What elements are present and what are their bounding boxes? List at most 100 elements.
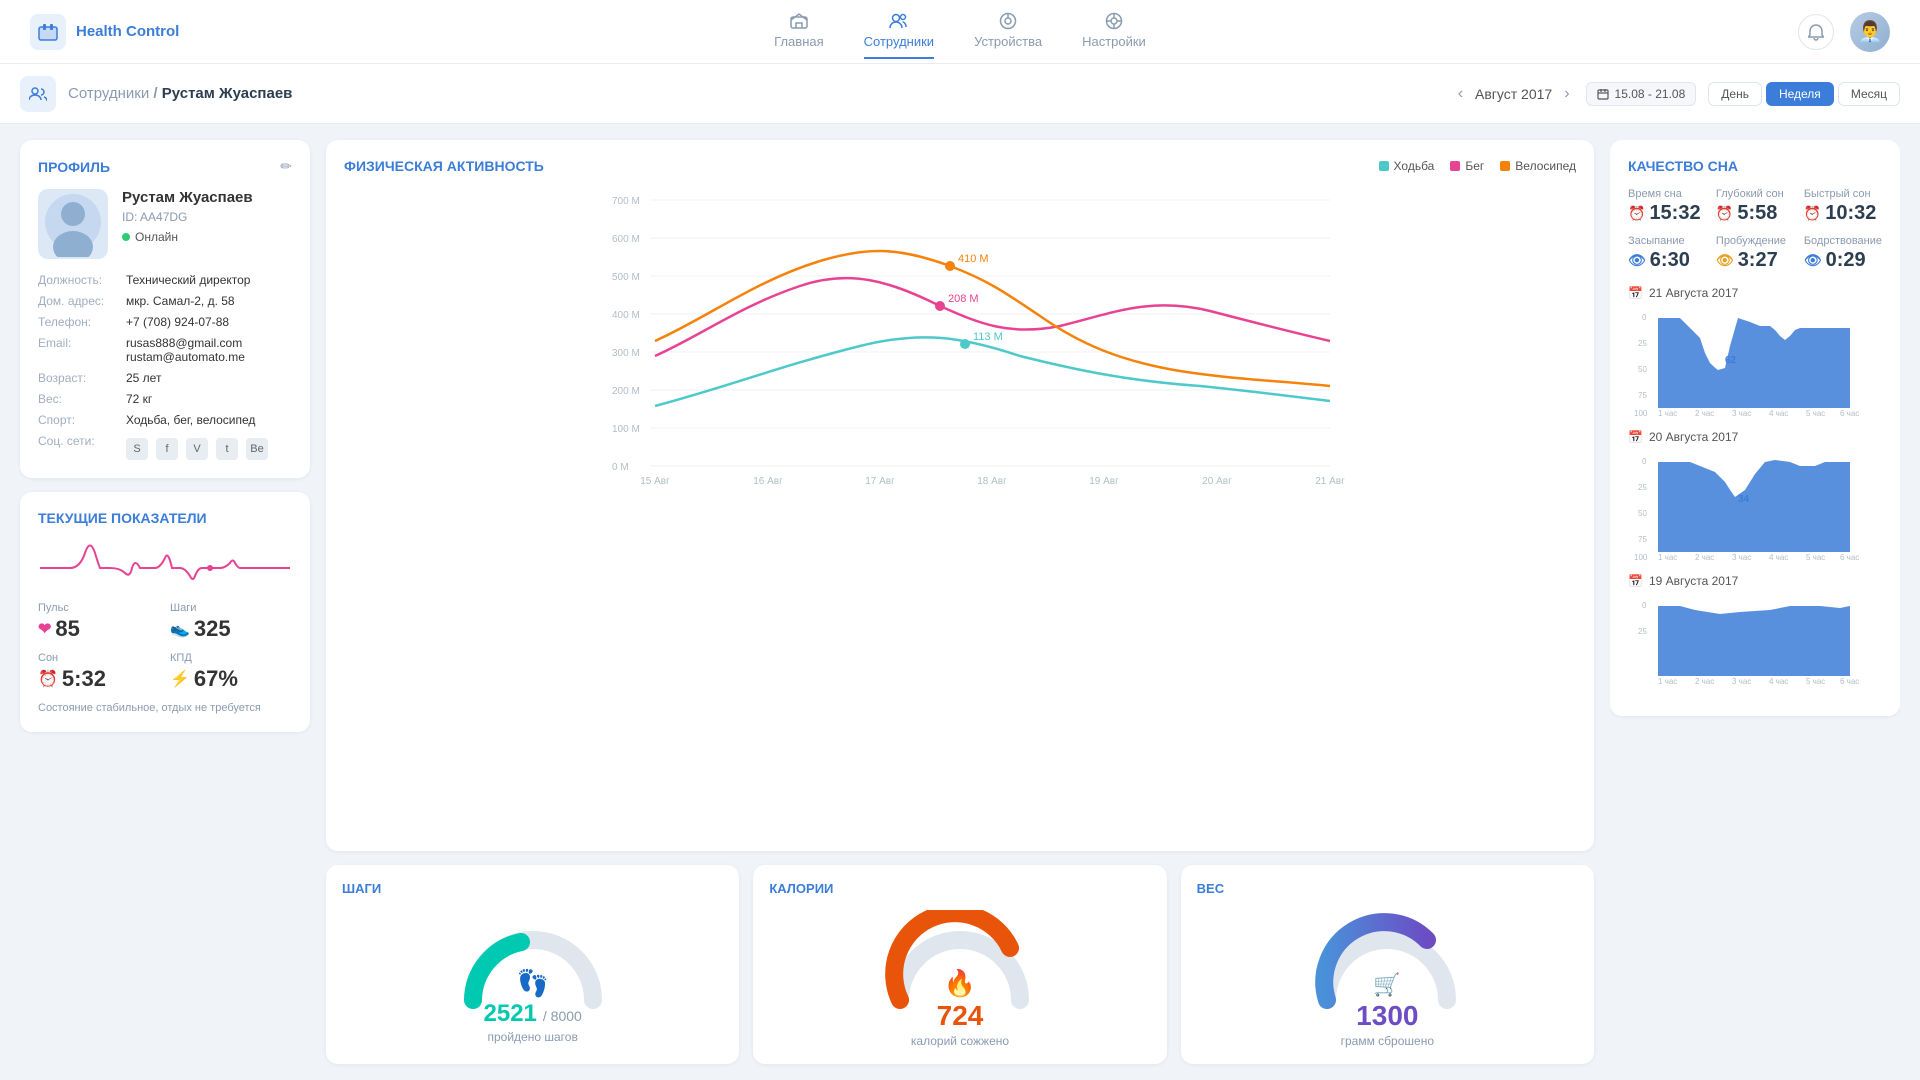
profile-card: ПРОФИЛЬ ✏ Рустам Жуаспаев ID: AA47DG [20, 140, 310, 478]
deep-sleep-icon: ⏰ [1716, 205, 1733, 222]
field-address: Дом. адрес: мкр. Самал-2, д. 58 [38, 294, 292, 308]
calendar-icon-aug20: 📅 [1628, 430, 1643, 444]
svg-text:62: 62 [1725, 355, 1737, 366]
svg-text:25: 25 [1638, 627, 1647, 636]
field-weight: Вес: 72 кг [38, 392, 292, 406]
date-range-display: 15.08 - 21.08 [1586, 82, 1697, 106]
kpd-indicator: КПД ⚡ 67% [170, 652, 292, 692]
svg-text:500 М: 500 М [612, 272, 640, 283]
month-navigation: ‹ Август 2017 › [1454, 81, 1574, 107]
nav-devices[interactable]: Устройства [974, 4, 1042, 59]
svg-text:🛒: 🛒 [1374, 972, 1401, 997]
activity-header: ФИЗИЧЕСКАЯ АКТИВНОСТЬ Ходьба Бег Велосип… [344, 158, 1576, 174]
heartbeat-chart [38, 538, 292, 588]
svg-text:25: 25 [1638, 339, 1647, 348]
weight-card: ВЕС 🛒 1300 [1181, 865, 1594, 1064]
rem-sleep-icon: ⏰ [1804, 205, 1821, 222]
prev-month-arrow[interactable]: ‹ [1454, 81, 1467, 107]
social-skype[interactable]: S [126, 438, 148, 460]
total-sleep-icon: ⏰ [1628, 205, 1645, 222]
online-status: Онлайн [122, 230, 253, 244]
svg-text:1 час: 1 час [1658, 553, 1677, 562]
sleep-awake: Бодрствование 👁 0:29 [1804, 235, 1882, 272]
svg-text:410 М: 410 М [958, 253, 989, 265]
svg-text:17 Авг: 17 Авг [865, 476, 895, 486]
svg-text:25: 25 [1638, 483, 1647, 492]
period-day[interactable]: День [1708, 82, 1762, 106]
svg-text:300 М: 300 М [612, 348, 640, 359]
svg-text:50: 50 [1638, 365, 1647, 374]
sleep-chart-svg-aug19: 0 25 1 час 2 час 3 час 4 час 5 час 6 час [1628, 596, 1882, 686]
svg-text:100 М: 100 М [612, 424, 640, 435]
svg-text:0 М: 0 М [612, 462, 629, 473]
steps-icon: 👟 [170, 619, 190, 639]
period-month[interactable]: Месяц [1838, 82, 1900, 106]
middle-column: ФИЗИЧЕСКАЯ АКТИВНОСТЬ Ходьба Бег Велосип… [326, 140, 1594, 1064]
profile-details: Рустам Жуаспаев ID: AA47DG Онлайн [122, 189, 253, 244]
sleep-icon: ⏰ [38, 669, 58, 689]
period-week[interactable]: Неделя [1766, 82, 1834, 106]
social-vimeo[interactable]: V [186, 438, 208, 460]
notification-bell[interactable] [1798, 14, 1834, 50]
date-controls: ‹ Август 2017 › 15.08 - 21.08 День Недел… [1454, 81, 1900, 107]
devices-icon [999, 12, 1017, 30]
legend-cycling: Велосипед [1500, 159, 1576, 173]
field-phone: Телефон: +7 (708) 924-07-88 [38, 315, 292, 329]
indicators-grid: Пульс ❤ 85 Шаги 👟 325 Сон ⏰ [38, 602, 292, 692]
nav-home[interactable]: Главная [774, 4, 823, 59]
svg-text:2 час: 2 час [1695, 677, 1714, 686]
nav-settings[interactable]: Настройки [1082, 4, 1146, 59]
svg-text:75: 75 [1638, 391, 1647, 400]
pulse-indicator: Пульс ❤ 85 [38, 602, 160, 642]
status-dot [122, 233, 130, 241]
sleep-chart-aug20: 📅 20 Августа 2017 0 25 50 75 100 34 1 ча… [1628, 430, 1882, 562]
sleep-rem: Быстрый сон ⏰ 10:32 [1804, 188, 1882, 225]
legend-running: Бег [1450, 159, 1484, 173]
user-avatar[interactable]: 👨‍💼 [1850, 12, 1890, 52]
svg-text:4 час: 4 час [1769, 677, 1788, 686]
svg-text:🔥: 🔥 [944, 968, 976, 998]
nav-employees[interactable]: Сотрудники [864, 4, 934, 59]
main-nav: Главная Сотрудники Устройства Настройки [230, 4, 1690, 59]
profile-info: Рустам Жуаспаев ID: AA47DG Онлайн [38, 189, 292, 259]
weight-value: 1300 [1356, 1000, 1418, 1032]
social-twitter[interactable]: t [216, 438, 238, 460]
svg-text:5 час: 5 час [1806, 553, 1825, 562]
awake-icon: 👁 [1804, 252, 1822, 269]
edit-profile-icon[interactable]: ✏ [280, 158, 292, 175]
svg-text:1 час: 1 час [1658, 409, 1677, 418]
svg-text:6 час: 6 час [1840, 409, 1859, 418]
svg-text:4 час: 4 час [1769, 553, 1788, 562]
left-column: ПРОФИЛЬ ✏ Рустам Жуаспаев ID: AA47DG [20, 140, 310, 1064]
legend-walking: Ходьба [1379, 159, 1435, 173]
social-behance[interactable]: Be [246, 438, 268, 460]
header-right: 👨‍💼 [1690, 12, 1890, 52]
svg-text:113 М: 113 М [973, 331, 1003, 343]
home-icon [790, 12, 808, 30]
calories-value: 724 [937, 1000, 984, 1032]
svg-text:200 М: 200 М [612, 386, 640, 397]
profile-header: ПРОФИЛЬ ✏ [38, 158, 292, 175]
activity-chart-svg: 700 М 600 М 500 М 400 М 300 М 200 М 100 … [344, 186, 1576, 486]
svg-text:1 час: 1 час [1658, 677, 1677, 686]
next-month-arrow[interactable]: › [1560, 81, 1573, 107]
svg-text:21 Авг: 21 Авг [1315, 476, 1345, 486]
cycling-color-dot [1500, 161, 1510, 171]
wake-icon: 👁 [1716, 252, 1734, 269]
svg-text:6 час: 6 час [1840, 553, 1859, 562]
social-facebook[interactable]: f [156, 438, 178, 460]
svg-text:19 Авг: 19 Авг [1089, 476, 1119, 486]
svg-text:18 Авг: 18 Авг [977, 476, 1007, 486]
logo-icon [30, 14, 66, 50]
svg-text:0: 0 [1642, 457, 1647, 466]
svg-text:4 час: 4 час [1769, 409, 1788, 418]
main-content: ПРОФИЛЬ ✏ Рустам Жуаспаев ID: AA47DG [0, 124, 1920, 1080]
svg-text:0: 0 [1642, 601, 1647, 610]
kpd-icon: ⚡ [170, 669, 190, 689]
sleep-chart-aug21: 📅 21 Августа 2017 0 25 50 75 100 62 1 ча… [1628, 286, 1882, 418]
svg-text:34: 34 [1738, 494, 1750, 505]
sleep-date-aug19: 📅 19 Августа 2017 [1628, 574, 1882, 588]
running-color-dot [1450, 161, 1460, 171]
svg-text:3 час: 3 час [1732, 677, 1751, 686]
profile-avatar [38, 189, 108, 259]
